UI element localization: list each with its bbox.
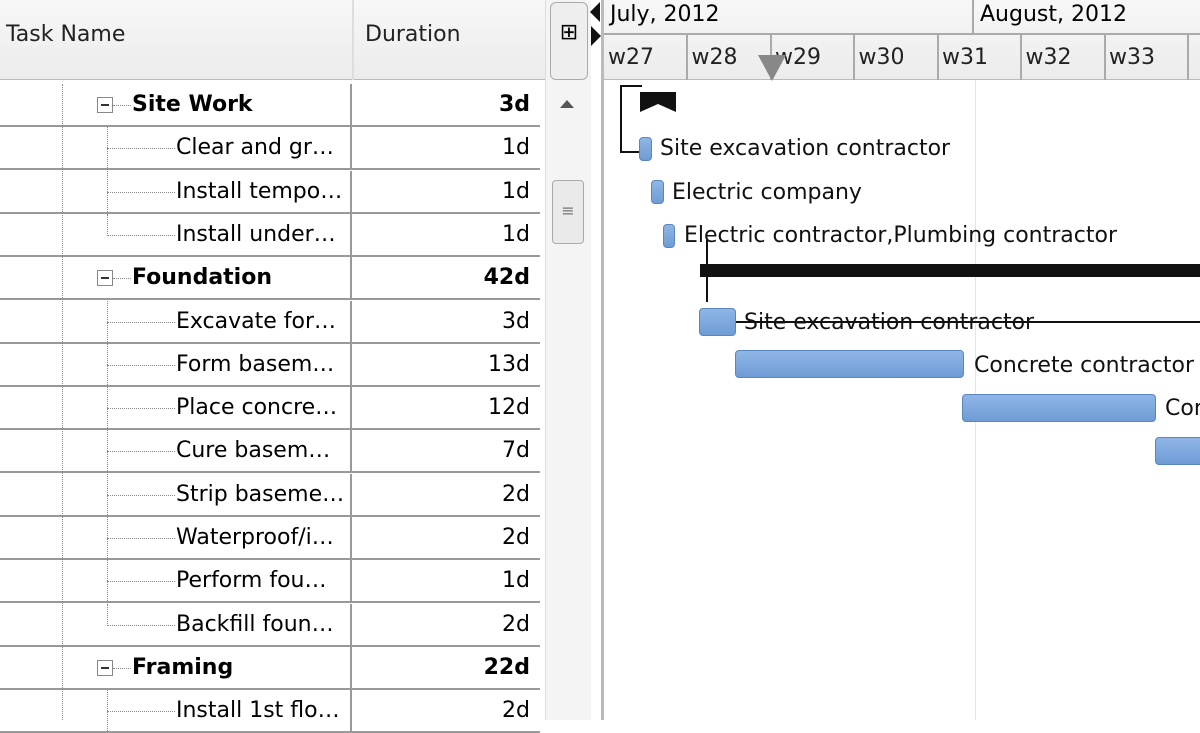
task-name-cell[interactable]: Foundation <box>0 257 352 299</box>
task-name: Clear and gr… <box>176 135 334 161</box>
task-row[interactable]: Strip baseme… 2d <box>0 473 540 517</box>
task-name: Place concre… <box>176 395 338 421</box>
task-name-cell[interactable]: Install 1st flo… <box>0 690 352 732</box>
resource-label: Site excavation contractor <box>660 136 951 161</box>
duration-cell[interactable]: 13d <box>352 344 540 385</box>
task-name-cell[interactable]: Backfill foun… <box>0 603 352 645</box>
resource-label: Site excavation contractor <box>744 310 1035 335</box>
task-name: Backfill foun… <box>176 611 334 637</box>
task-bar[interactable] <box>639 137 652 161</box>
scroll-up-arrow-icon[interactable] <box>560 100 574 108</box>
task-name: Excavate for… <box>176 308 337 334</box>
task-name: Site Work <box>132 92 253 117</box>
task-name-cell[interactable]: Cure basem… <box>0 430 352 472</box>
task-row[interactable]: Install 1st flo… 2d <box>0 690 540 733</box>
column-chooser-button[interactable]: ⊞ <box>550 2 588 80</box>
task-row[interactable]: Form basem… 13d <box>0 343 540 387</box>
current-date-marker-icon <box>758 55 786 81</box>
task-name: Form basem… <box>176 351 335 377</box>
task-bar[interactable] <box>663 224 675 248</box>
task-row[interactable]: Install tempo… 1d <box>0 170 540 214</box>
task-name-cell[interactable]: Perform fou… <box>0 560 352 602</box>
task-table-header: Task Name Duration <box>0 0 545 80</box>
duration-cell[interactable]: 2d <box>352 517 540 558</box>
column-header-task-name[interactable]: Task Name <box>6 22 125 47</box>
task-name: Install 1st flo… <box>176 698 340 724</box>
task-name-cell[interactable]: Install under… <box>0 213 352 255</box>
duration-cell[interactable]: 3d <box>352 301 540 342</box>
week-label: w31 <box>938 35 1022 80</box>
task-row[interactable]: Excavate for… 3d <box>0 300 540 344</box>
summary-task-row[interactable]: Site Work 3d <box>0 84 540 127</box>
summary-task-row[interactable]: Framing 22d <box>0 646 540 690</box>
task-name: Waterproof/i… <box>176 525 334 550</box>
task-name: Foundation <box>132 265 273 291</box>
task-row[interactable]: Waterproof/i… 2d <box>0 517 540 560</box>
resource-label: Electric company <box>672 180 862 205</box>
task-name: Perform fou… <box>176 568 327 594</box>
tree-line <box>62 84 63 720</box>
task-name: Framing <box>132 654 234 680</box>
task-bar[interactable] <box>1155 437 1200 465</box>
task-name-cell[interactable]: Framing <box>0 646 352 688</box>
resource-label: Concrete contractor <box>974 353 1194 378</box>
vertical-scrollbar[interactable]: ⊞ ≡ <box>545 0 591 720</box>
summary-task-row[interactable]: Foundation 42d <box>0 257 540 301</box>
task-name: Install under… <box>176 221 336 247</box>
column-header-duration[interactable]: Duration <box>365 22 461 47</box>
task-row[interactable]: Place concre… 12d <box>0 387 540 431</box>
task-row[interactable]: Clear and gr… 1d <box>0 127 540 171</box>
task-bar[interactable] <box>735 350 964 378</box>
task-row[interactable]: Install under… 1d <box>0 213 540 257</box>
task-name: Install tempo… <box>176 178 343 204</box>
task-name-cell[interactable]: Strip baseme… <box>0 473 352 515</box>
task-bar[interactable] <box>699 308 736 336</box>
duration-cell[interactable]: 2d <box>352 690 540 731</box>
task-row[interactable]: Perform fou… 1d <box>0 560 540 604</box>
task-name: Cure basem… <box>176 438 331 464</box>
duration-cell[interactable]: 2d <box>352 474 540 515</box>
task-name-cell[interactable]: Install tempo… <box>0 170 352 212</box>
duration-cell[interactable]: 12d <box>352 387 540 428</box>
task-name-cell[interactable]: Waterproof/i… <box>0 517 352 558</box>
task-bar[interactable] <box>962 394 1156 422</box>
summary-bar-foundation[interactable] <box>700 264 1200 277</box>
task-bar[interactable] <box>651 180 664 204</box>
resource-label: Concrete contractor <box>1165 396 1200 421</box>
duration-cell[interactable]: 1d <box>352 214 540 255</box>
duration-cell[interactable]: 1d <box>352 560 540 601</box>
month-label: August, 2012 <box>980 2 1127 27</box>
timeline-scroll-right-icon[interactable] <box>591 26 601 46</box>
task-name-cell[interactable]: Place concre… <box>0 387 352 429</box>
duration-cell[interactable]: 2d <box>352 604 540 645</box>
duration-cell[interactable]: 3d <box>352 84 540 125</box>
scroll-thumb[interactable]: ≡ <box>552 180 584 244</box>
week-label: w32 <box>1022 35 1106 80</box>
task-name: Strip baseme… <box>176 481 345 507</box>
resource-label: Electric contractor,Plumbing contractor <box>684 223 1117 248</box>
duration-cell[interactable]: 1d <box>352 171 540 212</box>
duration-cell[interactable]: 7d <box>352 430 540 471</box>
summary-bar-site-work[interactable] <box>640 92 676 112</box>
task-name-cell[interactable]: Excavate for… <box>0 300 352 342</box>
timeline-scroll-left-icon[interactable] <box>590 2 600 22</box>
task-name-cell[interactable]: Site Work <box>0 84 352 125</box>
month-label: July, 2012 <box>610 2 720 27</box>
week-label: w33 <box>1105 35 1189 80</box>
task-name-cell[interactable]: Form basem… <box>0 343 352 385</box>
duration-cell[interactable]: 22d <box>352 647 540 688</box>
task-row[interactable]: Cure basem… 7d <box>0 430 540 474</box>
duration-cell[interactable]: 42d <box>352 257 540 298</box>
duration-cell[interactable]: 1d <box>352 127 540 168</box>
task-name-cell[interactable]: Clear and gr… <box>0 127 352 169</box>
task-row[interactable]: Backfill foun… 2d <box>0 603 540 647</box>
week-label: w30 <box>855 35 939 80</box>
timeline-header: July, 2012 August, 2012 w27 w28 w29 w30 w31 w… <box>604 0 1200 80</box>
week-label: w27 <box>604 35 688 80</box>
